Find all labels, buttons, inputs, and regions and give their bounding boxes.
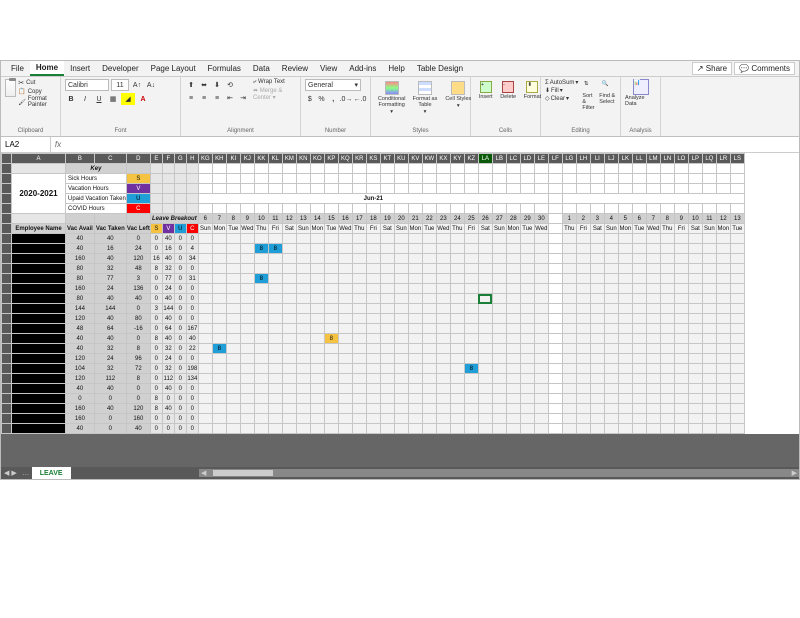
group-label: Clipboard	[5, 128, 56, 134]
tab-formulas[interactable]: Formulas	[202, 62, 247, 75]
fill-button[interactable]: ⬇ Fill ▾	[545, 87, 578, 94]
sheet-tab-leave[interactable]: LEAVE	[32, 467, 71, 479]
format-as-table-button[interactable]: Format as Table ▾	[410, 81, 440, 115]
align-center[interactable]: ≡	[198, 92, 210, 104]
ribbon-tabs: FileHomeInsertDeveloperPage LayoutFormul…	[1, 61, 799, 77]
group-label: Cells	[475, 128, 536, 134]
group-label: Analysis	[629, 128, 651, 134]
align-left[interactable]: ≡	[185, 92, 197, 104]
underline-button[interactable]: U	[93, 93, 105, 105]
tab-developer[interactable]: Developer	[96, 62, 144, 75]
dec-inc[interactable]: .0→	[340, 93, 352, 105]
tab-home[interactable]: Home	[30, 61, 64, 76]
font-name-select[interactable]: Calibri	[65, 79, 109, 91]
tab-table-design[interactable]: Table Design	[411, 62, 469, 75]
wrap-text-button[interactable]: ⤶ Wrap Text	[253, 79, 296, 86]
tab-view[interactable]: View	[314, 62, 343, 75]
dec-dec[interactable]: ←.0	[354, 93, 366, 105]
paste-icon[interactable]	[5, 79, 16, 97]
orientation[interactable]: ⟲	[224, 79, 236, 91]
comments-button[interactable]: 💬 Comments	[734, 62, 795, 75]
percent-button[interactable]: %	[317, 93, 327, 105]
group-label: Alignment	[185, 128, 296, 134]
fill-color-button[interactable]: ◢	[121, 93, 135, 105]
border-button[interactable]: ▦	[107, 93, 119, 105]
group-number: General▾ $ % , .0→ ←.0 Number	[301, 77, 371, 136]
insert-cells-button[interactable]: +Insert	[479, 81, 493, 100]
group-cells: +Insert -Delete ⬍Format Cells	[471, 77, 541, 136]
tab-help[interactable]: Help	[382, 62, 410, 75]
sheet-nav[interactable]: ◀ ▶	[1, 469, 20, 477]
align-right[interactable]: ≡	[211, 92, 223, 104]
group-clipboard: ✂Cut 📋Copy 🖌Format Painter Clipboard	[1, 77, 61, 136]
tab-page-layout[interactable]: Page Layout	[145, 62, 202, 75]
find-select-button[interactable]: 🔍Find & Select	[599, 81, 616, 105]
align-bottom[interactable]: ⬇	[211, 79, 223, 91]
merge-center-button[interactable]: ⬌ Merge & Center ▾	[253, 87, 296, 101]
share-button[interactable]: ↗ Share	[692, 62, 732, 75]
font-size-select[interactable]: 11	[111, 79, 129, 91]
group-label: Styles	[375, 128, 466, 134]
align-top[interactable]: ⬆	[185, 79, 197, 91]
group-label: Font	[65, 128, 176, 134]
conditional-formatting-button[interactable]: Conditional Formatting ▾	[377, 81, 407, 115]
sheet-ellipsis[interactable]: …	[20, 467, 32, 479]
group-label: Editing	[545, 128, 616, 134]
sheet-area[interactable]: ABCDEFGHKGKHKIKJKKKLKMKNKOKPKQKRKSKTKUKV…	[1, 153, 799, 467]
horizontal-scrollbar[interactable]: ◀▶	[199, 469, 799, 477]
fx-icon[interactable]: fx	[51, 140, 65, 149]
group-analysis: 📊Analyze Data Analysis	[621, 77, 661, 136]
bold-button[interactable]: B	[65, 93, 77, 105]
indent-dec[interactable]: ⇤	[224, 92, 236, 104]
italic-button[interactable]: I	[79, 93, 91, 105]
align-middle[interactable]: ⬌	[198, 79, 210, 91]
name-box[interactable]: LA2	[1, 137, 51, 152]
sheet-tab-bar: ◀ ▶ … LEAVE ◀▶	[1, 467, 799, 479]
analyze-data-button[interactable]: 📊Analyze Data	[625, 79, 656, 107]
tab-add-ins[interactable]: Add-ins	[343, 62, 382, 75]
increase-font-button[interactable]: A↑	[131, 79, 143, 91]
indent-inc[interactable]: ⇥	[237, 92, 249, 104]
autosum-button[interactable]: Σ AutoSum ▾	[545, 79, 578, 86]
group-styles: Conditional Formatting ▾ Format as Table…	[371, 77, 471, 136]
tab-file[interactable]: File	[5, 62, 30, 75]
tab-review[interactable]: Review	[276, 62, 314, 75]
formula-bar: LA2 fx	[1, 137, 799, 153]
group-label: Number	[305, 128, 366, 134]
sort-filter-button[interactable]: ⇅Sort & Filter	[582, 81, 597, 111]
copy-button[interactable]: 📋Copy	[18, 88, 56, 95]
tab-data[interactable]: Data	[247, 62, 276, 75]
tab-insert[interactable]: Insert	[64, 62, 96, 75]
group-alignment: ⬆ ⬌ ⬇ ⟲ ≡ ≡ ≡ ⇤ ⇥ ⤶ Wrap Text ⬌ M	[181, 77, 301, 136]
format-painter-button[interactable]: 🖌Format Painter	[18, 96, 56, 108]
decrease-font-button[interactable]: A↓	[145, 79, 157, 91]
cut-button[interactable]: ✂Cut	[18, 79, 56, 87]
ribbon: ✂Cut 📋Copy 🖌Format Painter Clipboard Cal…	[1, 77, 799, 137]
currency-button[interactable]: $	[305, 93, 315, 105]
group-editing: Σ AutoSum ▾ ⬇ Fill ▾ ◇ Clear ▾ ⇅Sort & F…	[541, 77, 621, 136]
group-font: Calibri 11 A↑ A↓ B I U ▦ ◢ A Font	[61, 77, 181, 136]
delete-cells-button[interactable]: -Delete	[500, 81, 516, 100]
cell-styles-button[interactable]: Cell Styles ▾	[443, 81, 473, 115]
number-format-select[interactable]: General▾	[305, 79, 361, 91]
clear-button[interactable]: ◇ Clear ▾	[545, 95, 578, 102]
format-cells-button[interactable]: ⬍Format	[524, 81, 541, 100]
font-color-button[interactable]: A	[137, 93, 149, 105]
comma-button[interactable]: ,	[328, 93, 338, 105]
